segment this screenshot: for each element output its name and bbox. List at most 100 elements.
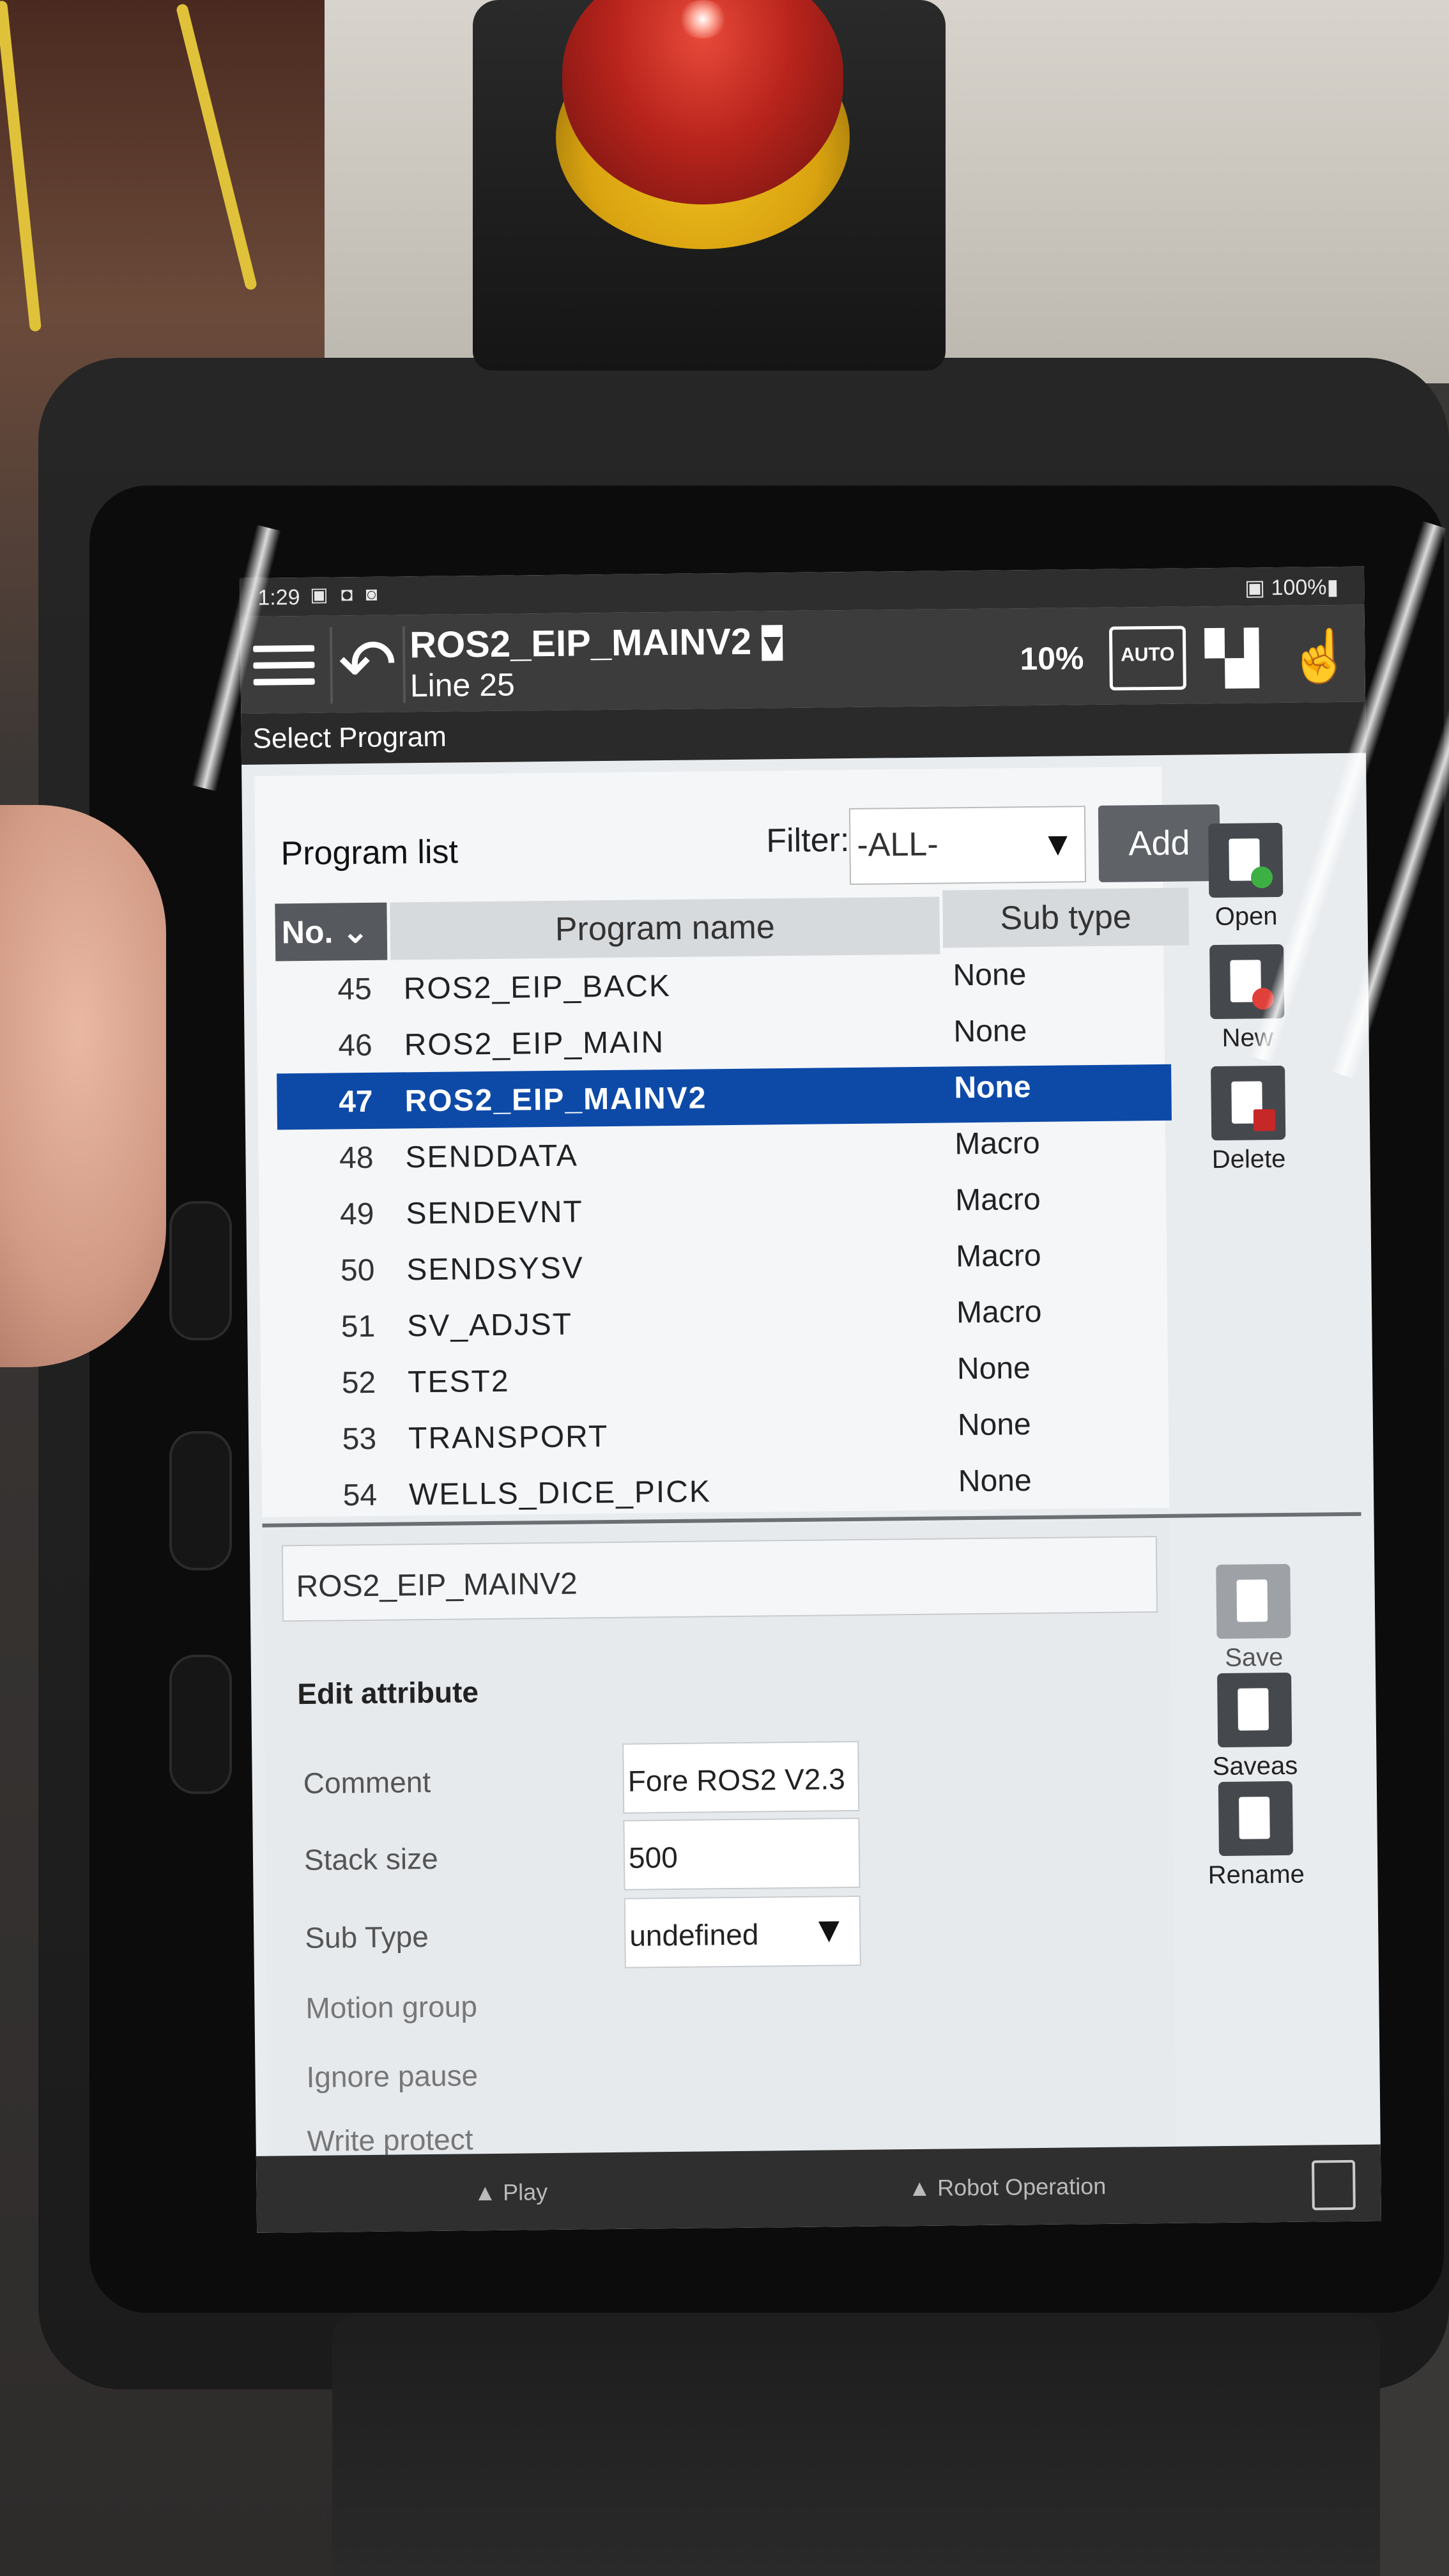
table-row[interactable]: 48 SENDDATA Macro (277, 1121, 1172, 1186)
program-name: TRANSPORT (408, 1420, 609, 1456)
pendant-side-button[interactable] (169, 1201, 232, 1340)
program-number: 46 (338, 1028, 372, 1063)
program-table: No. ⌄ Program name Sub type 45 ROS2_EIP_B… (275, 887, 1190, 1524)
program-name: SV_ADJST (406, 1307, 573, 1344)
program-list-label: Program list (280, 833, 459, 873)
program-subtype: Macro (955, 1238, 1041, 1274)
program-number: 47 (338, 1084, 373, 1119)
write-protect-label: Write protect (307, 2122, 473, 2158)
dropdown-arrow-icon: ▼ (1041, 825, 1075, 863)
title-bar: ↶ ROS2_EIP_MAINV2 ▾ Line 25 10% AUTO ▚▍ … (240, 604, 1366, 714)
program-name: ROS2_EIP_MAINV2 (404, 1081, 707, 1119)
program-name-field[interactable]: ROS2_EIP_MAINV2 (281, 1536, 1158, 1622)
column-header-program-name[interactable]: Program name (390, 896, 940, 960)
program-dropdown-icon: ▾ (762, 625, 783, 661)
comment-field[interactable]: Fore ROS2 V2.3 (622, 1740, 860, 1814)
open-document-icon (1208, 822, 1284, 898)
program-name: ROS2_EIP_MAIN (404, 1025, 665, 1062)
back-arrow-icon[interactable]: ↶ (329, 625, 406, 704)
delete-button[interactable]: Delete (1171, 1065, 1326, 1175)
edit-attribute-panel: ROS2_EIP_MAINV2 Edit attribute Comment F… (262, 1520, 1177, 2201)
table-row[interactable]: 49 SENDEVNT Macro (278, 1177, 1173, 1243)
table-row[interactable]: 52 TEST2 None (280, 1346, 1175, 1411)
program-number: 50 (340, 1253, 375, 1288)
program-subtype: None (958, 1464, 1032, 1499)
program-number: 52 (341, 1365, 376, 1400)
touch-enable-icon[interactable]: ☝ (1288, 624, 1353, 689)
sub-type-dropdown[interactable]: undefined ▼ (624, 1895, 861, 1968)
pendant-screen: 1:29 ▣ ◘ ◙ ▣ 100%▮ ↶ ROS2_EIP_MAINV2 ▾ L… (240, 566, 1382, 2233)
operator-thumb (0, 805, 166, 1367)
program-number: 53 (342, 1422, 377, 1457)
auto-mode-icon[interactable]: AUTO (1108, 625, 1186, 691)
filter-dropdown[interactable]: -ALL- ▼ (848, 806, 1087, 885)
saveas-document-icon (1217, 1672, 1292, 1748)
current-program-title[interactable]: ROS2_EIP_MAINV2 ▾ (410, 620, 783, 666)
table-row[interactable]: 47 ROS2_EIP_MAINV2 None (277, 1064, 1172, 1130)
pendant-lower-body (332, 2313, 1380, 2576)
table-row[interactable]: 54 WELLS_DICE_PICK None (281, 1458, 1176, 1524)
table-row[interactable]: 50 SENDSYSV Macro (279, 1233, 1174, 1299)
pendant-side-button[interactable] (169, 1655, 232, 1794)
table-row[interactable]: 53 TRANSPORT None (280, 1402, 1176, 1468)
saveas-label: Saveas (1212, 1751, 1298, 1781)
program-name: SENDSYSV (406, 1251, 585, 1287)
save-label: Save (1224, 1643, 1284, 1672)
pendant-side-button[interactable] (169, 1431, 232, 1570)
ignore-pause-label: Ignore pause (306, 2058, 479, 2094)
motion-group-label: Motion group (305, 1989, 478, 2025)
program-number: 51 (341, 1309, 376, 1344)
rename-label: Rename (1208, 1860, 1305, 1890)
sub-type-label: Sub Type (305, 1920, 429, 1955)
program-name: TEST2 (407, 1364, 510, 1400)
filter-value: -ALL- (857, 825, 939, 864)
program-subtype: Macro (954, 1126, 1040, 1162)
rename-document-icon (1218, 1781, 1294, 1857)
saveas-button[interactable]: Saveas (1177, 1672, 1332, 1782)
program-subtype: None (953, 1014, 1027, 1049)
table-row[interactable]: 51 SV_ADJST Macro (279, 1289, 1174, 1355)
current-line: Line 25 (410, 666, 516, 704)
save-button[interactable]: Save (1176, 1563, 1331, 1673)
program-subtype: Macro (954, 1182, 1041, 1218)
notification-icons: ▣ ◘ ◙ (310, 583, 381, 606)
filter-label: Filter: (766, 822, 850, 860)
robot-operation-tab[interactable]: ▲ Robot Operation (908, 2173, 1106, 2202)
program-number: 45 (337, 972, 372, 1007)
delete-document-icon (1211, 1065, 1286, 1141)
hold-status-icon[interactable]: ▚▍ (1205, 627, 1284, 689)
current-program-name: ROS2_EIP_MAINV2 (409, 620, 752, 666)
speed-override[interactable]: 10% (1020, 640, 1084, 677)
keyboard-icon[interactable] (1312, 2159, 1356, 2211)
save-document-icon (1216, 1563, 1291, 1639)
column-header-sub-type[interactable]: Sub type (942, 887, 1190, 948)
comment-label: Comment (303, 1765, 431, 1800)
play-tab[interactable]: ▲ Play (473, 2179, 548, 2206)
edit-attribute-title: Edit attribute (297, 1675, 479, 1711)
stack-size-label: Stack size (303, 1841, 438, 1877)
table-body: 45 ROS2_EIP_BACK None 46 ROS2_EIP_MAIN None 47… (275, 952, 1176, 1524)
rename-button[interactable]: Rename (1179, 1781, 1333, 1890)
table-row[interactable]: 46 ROS2_EIP_MAIN None (276, 1008, 1171, 1074)
program-subtype: None (954, 1070, 1031, 1105)
hamburger-menu-icon[interactable] (253, 635, 315, 697)
program-number: 54 (342, 1478, 378, 1513)
emergency-stop-light (677, 0, 728, 38)
program-name: SENDEVNT (406, 1195, 584, 1231)
program-subtype: None (953, 958, 1027, 993)
sub-type-value: undefined (629, 1917, 759, 1952)
delete-label: Delete (1211, 1144, 1286, 1174)
bottom-bar: ▲ Play ▲ Robot Operation (256, 2144, 1382, 2233)
open-label: Open (1215, 902, 1278, 931)
program-name: WELLS_DICE_PICK (408, 1475, 712, 1512)
program-subtype: None (957, 1407, 1031, 1443)
program-name: SENDDATA (405, 1138, 579, 1175)
battery-indicator: ▣ 100%▮ (1244, 574, 1339, 601)
table-row[interactable]: 45 ROS2_EIP_BACK None (275, 952, 1170, 1018)
table-header: No. ⌄ Program name Sub type (275, 887, 1190, 962)
program-list-panel: Program list Filter: -ALL- ▼ Add No. ⌄ P… (254, 766, 1221, 1517)
dropdown-arrow-icon: ▼ (811, 1909, 847, 1950)
column-header-no[interactable]: No. ⌄ (275, 902, 388, 962)
stack-size-field[interactable]: 500 (623, 1817, 861, 1890)
program-subtype: Macro (956, 1294, 1042, 1330)
